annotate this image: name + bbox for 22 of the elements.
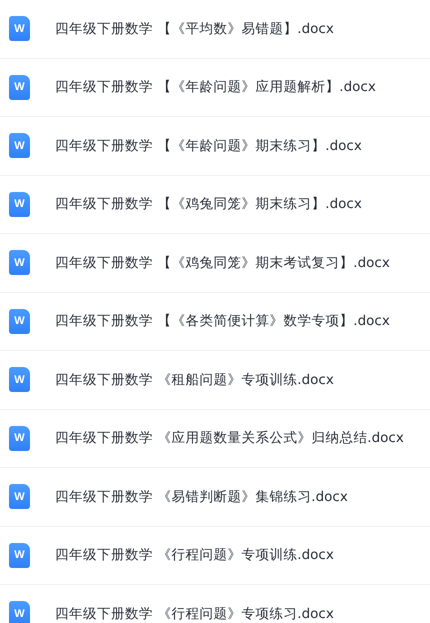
file-name[interactable]: 四年级下册数学 【《年龄问题》应用题解析】.docx (55, 78, 376, 96)
word-file-icon: W (9, 601, 30, 623)
word-file-icon: W (9, 133, 30, 158)
file-name[interactable]: 四年级下册数学 《应用题数量关系公式》归纳总结.docx (55, 429, 404, 448)
word-file-icon: W (9, 367, 30, 392)
word-file-icon: W (9, 74, 30, 100)
file-name[interactable]: 四年级下册数学 《行程问题》专项训练.docx (55, 546, 334, 564)
word-file-icon: W (9, 16, 30, 42)
word-file-icon: W (9, 250, 30, 276)
file-name[interactable]: 四年级下册数学 【《年龄问题》期末练习】.docx (55, 136, 362, 155)
word-file-icon: W (9, 484, 30, 510)
file-name[interactable]: 四年级下册数学 《易错判断题》集锦练习.docx (55, 488, 348, 506)
file-name[interactable]: 四年级下册数学 【《平均数》易错题】.docx (55, 20, 334, 38)
file-name[interactable]: 四年级下册数学 《租船问题》专项训练.docx (55, 370, 334, 389)
file-name[interactable]: 四年级下册数学 【《鸡兔同笼》期末考试复习】.docx (55, 254, 390, 272)
word-file-icon: W (9, 426, 30, 451)
word-file-icon: W (9, 308, 30, 334)
file-name[interactable]: 四年级下册数学 《行程问题》专项练习.docx (55, 604, 334, 623)
file-name[interactable]: 四年级下册数学 【《各类简便计算》数学专项】.docx (55, 312, 390, 330)
word-file-icon: W (9, 542, 30, 568)
word-file-icon: W (9, 192, 30, 217)
file-name[interactable]: 四年级下册数学 【《鸡兔同笼》期末练习】.docx (55, 195, 362, 214)
